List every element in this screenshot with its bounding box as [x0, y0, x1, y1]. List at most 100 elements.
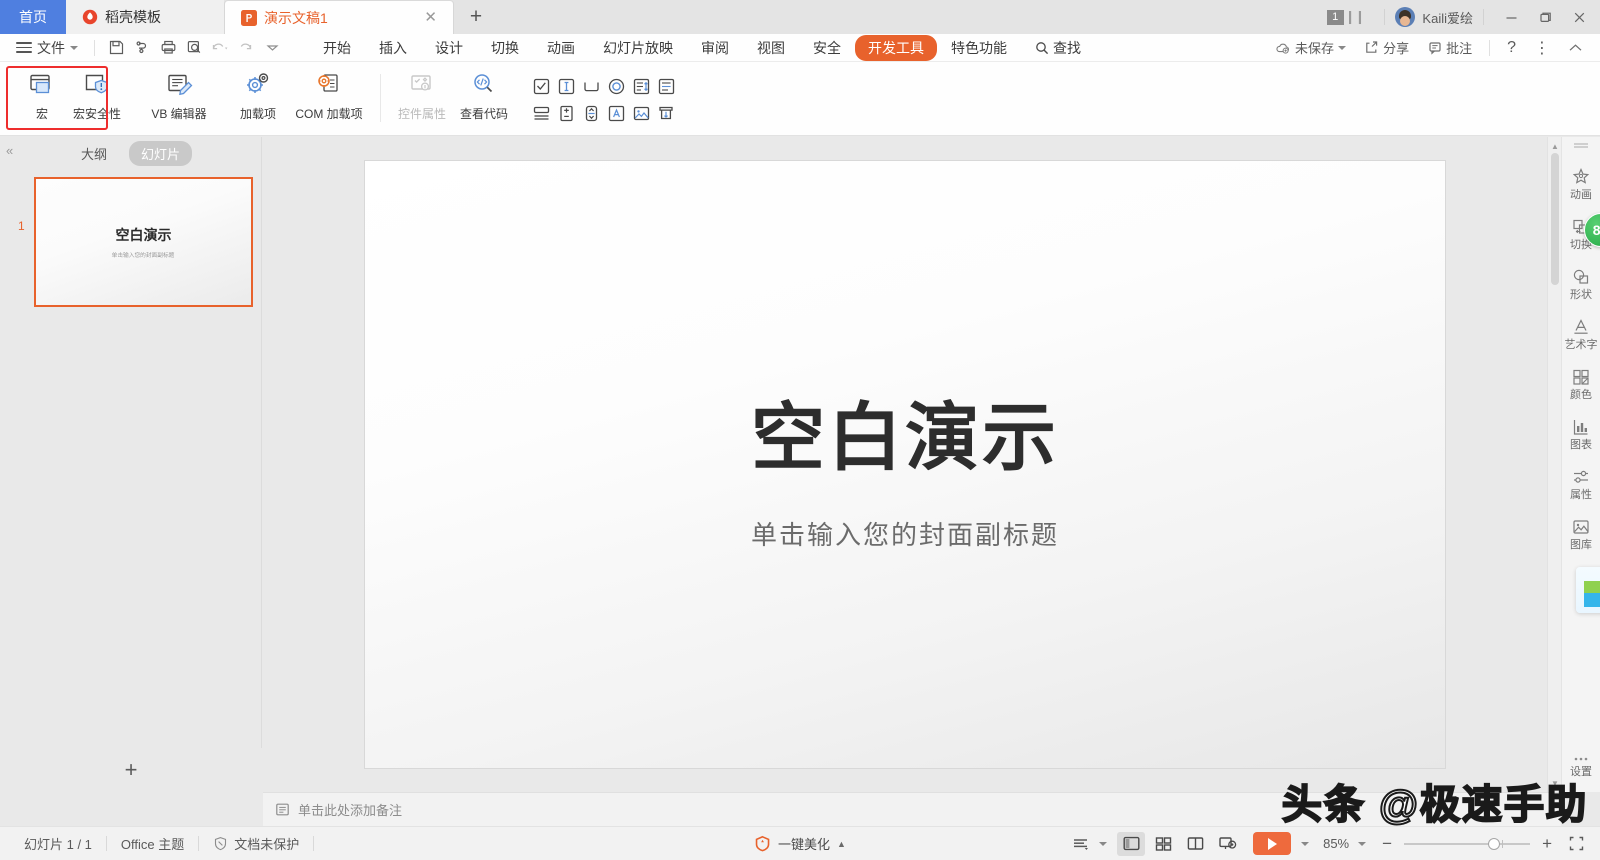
- comment-button[interactable]: 批注: [1418, 38, 1481, 57]
- menu-tab-slideshow[interactable]: 幻灯片放映: [589, 35, 687, 61]
- collapse-panel-icon[interactable]: «: [6, 143, 13, 158]
- menu-tab-developer[interactable]: 开发工具: [855, 35, 937, 61]
- slide-thumbnail-1[interactable]: 空白演示 单击输入您的封面副标题: [34, 177, 253, 307]
- tab-slides[interactable]: 幻灯片: [129, 141, 192, 166]
- scroll-down-icon[interactable]: ▼: [1548, 776, 1562, 790]
- menu-tab-design[interactable]: 设计: [421, 35, 477, 61]
- rail-item-chart[interactable]: 图表: [1562, 409, 1600, 459]
- togglebutton-control-icon[interactable]: [554, 101, 579, 125]
- normal-view-icon[interactable]: [1117, 832, 1145, 856]
- scrollbar-thumb[interactable]: [1551, 153, 1559, 285]
- rail-promo-banner[interactable]: [1562, 559, 1600, 609]
- menu-tab-start[interactable]: 开始: [309, 35, 365, 61]
- menu-tab-security[interactable]: 安全: [799, 35, 855, 61]
- more-icon[interactable]: ⋮: [1525, 38, 1559, 58]
- tab-list-icon[interactable]: ❙❙: [1345, 9, 1365, 25]
- zoom-out-button[interactable]: −: [1382, 834, 1392, 854]
- maximize-button[interactable]: [1528, 2, 1562, 32]
- print-preview-icon[interactable]: [181, 36, 207, 60]
- option-control-icon[interactable]: [604, 74, 629, 98]
- presenter-view-icon[interactable]: [1213, 832, 1241, 856]
- zoom-slider[interactable]: [1404, 843, 1530, 845]
- rail-item-shape[interactable]: 形状: [1562, 259, 1600, 309]
- file-menu-button[interactable]: 文件: [10, 38, 86, 58]
- customize-toolbar-icon[interactable]: [259, 36, 285, 60]
- save-icon[interactable]: [103, 36, 129, 60]
- macro-security-button[interactable]: 宏安全性: [66, 62, 128, 122]
- rail-item-color[interactable]: 颜色: [1562, 359, 1600, 409]
- new-tab-button[interactable]: +: [454, 0, 498, 34]
- zoom-slider-knob[interactable]: [1488, 838, 1500, 850]
- macro-button[interactable]: 宏: [18, 62, 66, 122]
- avatar[interactable]: [1395, 7, 1415, 27]
- print-icon[interactable]: [155, 36, 181, 60]
- close-icon[interactable]: ✕: [400, 10, 437, 25]
- minimize-button[interactable]: [1494, 2, 1528, 32]
- slide-title-placeholder[interactable]: 空白演示: [751, 378, 1059, 485]
- document-protection-status[interactable]: 文档未保护: [199, 834, 313, 853]
- chevron-down-icon[interactable]: [1099, 842, 1107, 846]
- share-button[interactable]: 分享: [1355, 38, 1418, 57]
- image-control-icon[interactable]: [629, 101, 654, 125]
- menu-find-button[interactable]: 查找: [1021, 35, 1095, 61]
- rail-item-properties[interactable]: 属性: [1562, 459, 1600, 509]
- com-addins-button[interactable]: COM 加载项: [288, 62, 370, 122]
- control-properties-button[interactable]: 控件属性: [391, 62, 453, 122]
- rail-item-settings[interactable]: 设置: [1562, 746, 1600, 786]
- button-control-icon[interactable]: [579, 74, 604, 98]
- unsaved-status-button[interactable]: 未保存: [1266, 38, 1355, 57]
- combobox-control-icon[interactable]: [529, 101, 554, 125]
- scroll-up-icon[interactable]: ▲: [1548, 139, 1562, 153]
- fit-to-window-icon[interactable]: [1562, 832, 1590, 856]
- rail-item-wordart[interactable]: 艺术字: [1562, 309, 1600, 359]
- menu-tab-view[interactable]: 视图: [743, 35, 799, 61]
- theme-button[interactable]: Office 主题: [107, 834, 198, 853]
- tab-docer-template[interactable]: 稻壳模板: [66, 0, 224, 34]
- outline-view-icon[interactable]: [1067, 832, 1095, 856]
- add-slide-button[interactable]: +: [0, 748, 262, 792]
- textbox-control-icon[interactable]: [554, 74, 579, 98]
- scrollbar-control-icon[interactable]: [579, 101, 604, 125]
- slide-canvas[interactable]: 空白演示 单击输入您的封面副标题: [365, 161, 1445, 768]
- slide-subtitle-placeholder[interactable]: 单击输入您的封面副标题: [751, 515, 1059, 552]
- zoom-in-button[interactable]: +: [1542, 834, 1552, 854]
- username-label[interactable]: Kaili爱绘: [1422, 8, 1473, 27]
- view-code-button[interactable]: 查看代码: [453, 62, 515, 122]
- zoom-level-label[interactable]: 85%: [1323, 836, 1349, 851]
- listbox-control-icon[interactable]: [654, 74, 679, 98]
- checkbox-control-icon[interactable]: [529, 74, 554, 98]
- menu-tab-insert[interactable]: 插入: [365, 35, 421, 61]
- menu-tab-features[interactable]: 特色功能: [937, 35, 1021, 61]
- rail-item-animation[interactable]: 动画: [1562, 159, 1600, 209]
- slide-canvas-area[interactable]: 空白演示 单击输入您的封面副标题: [263, 137, 1547, 792]
- tab-home[interactable]: 首页: [0, 0, 66, 34]
- cloud-sync-icon[interactable]: [129, 36, 155, 60]
- beautify-button[interactable]: 一键美化 ▲: [754, 834, 846, 853]
- tab-outline[interactable]: 大纲: [69, 141, 119, 166]
- addins-button[interactable]: 加载项: [228, 62, 288, 122]
- menu-tab-review[interactable]: 审阅: [687, 35, 743, 61]
- reading-view-icon[interactable]: [1181, 832, 1209, 856]
- play-options-chevron-icon[interactable]: [1301, 842, 1309, 846]
- menu-tab-animation[interactable]: 动画: [533, 35, 589, 61]
- slide-sorter-icon[interactable]: [1149, 832, 1177, 856]
- notification-count-badge[interactable]: 1: [1327, 10, 1344, 25]
- undo-icon[interactable]: [207, 36, 233, 60]
- close-window-button[interactable]: [1562, 2, 1596, 32]
- menu-tab-transition[interactable]: 切换: [477, 35, 533, 61]
- rail-item-transition[interactable]: 切换 80: [1562, 209, 1600, 259]
- more-controls-icon[interactable]: [654, 101, 679, 125]
- vb-editor-button[interactable]: VB 编辑器: [144, 62, 214, 122]
- canvas-vertical-scrollbar[interactable]: ▲ ▼: [1547, 137, 1561, 792]
- rail-grip[interactable]: [1574, 143, 1588, 145]
- notes-pane[interactable]: 单击此处添加备注: [263, 792, 1561, 826]
- help-icon[interactable]: ?: [1498, 39, 1525, 57]
- label-control-icon[interactable]: [604, 101, 629, 125]
- spinner-control-icon[interactable]: [629, 74, 654, 98]
- zoom-options-chevron-icon[interactable]: [1358, 842, 1366, 846]
- tab-presentation1[interactable]: 演示文稿1 ✕: [224, 0, 454, 34]
- play-slideshow-button[interactable]: [1253, 832, 1291, 855]
- collapse-ribbon-icon[interactable]: [1559, 43, 1592, 53]
- rail-item-gallery[interactable]: 图库: [1562, 509, 1600, 559]
- redo-icon[interactable]: [233, 36, 259, 60]
